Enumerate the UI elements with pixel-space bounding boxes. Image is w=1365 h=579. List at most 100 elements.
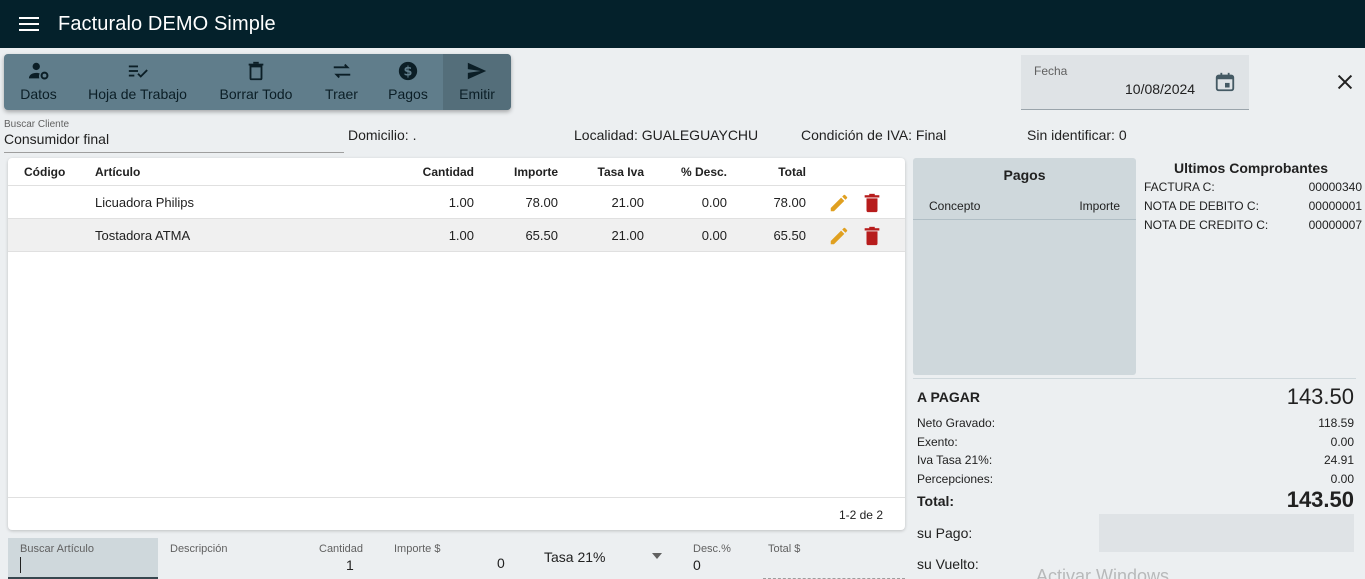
cell-desc: 0.00 (701, 195, 727, 210)
importe-field[interactable]: Importe $ 0 (388, 538, 508, 579)
localidad-text: Localidad: GUALEGUAYCHU (574, 127, 759, 143)
ultimos-comprobantes: Ultimos Comprobantes FACTURA C: 00000340… (1140, 160, 1362, 237)
comprobante-label: FACTURA C: (1144, 180, 1215, 194)
buscar-cliente-input[interactable]: Buscar Cliente Consumidor final (4, 119, 344, 153)
cell-importe: 78.00 (525, 195, 558, 210)
app-bar: Facturalo DEMO Simple (0, 0, 1365, 48)
table-row[interactable]: Tostadora ATMA 1.00 65.50 21.00 0.00 65.… (8, 219, 905, 252)
delete-icon[interactable] (861, 192, 883, 214)
edit-icon[interactable] (828, 225, 850, 247)
user-gear-icon (28, 62, 48, 80)
header-importe[interactable]: Importe (514, 165, 558, 179)
exento-value: 0.00 (1330, 435, 1354, 449)
calendar-icon[interactable] (1214, 71, 1236, 93)
total-value: 143.50 (1286, 487, 1354, 512)
borrar-todo-button[interactable]: Borrar Todo (202, 54, 310, 110)
tasa-value: Tasa 21% (544, 549, 606, 565)
text-cursor (20, 557, 21, 573)
borrar-todo-label: Borrar Todo (219, 86, 293, 102)
domicilio-text: Domicilio: . (348, 127, 417, 143)
buscar-articulo-label: Buscar Artículo (20, 543, 94, 555)
percepciones-value: 0.00 (1330, 472, 1354, 486)
header-cantidad[interactable]: Cantidad (423, 165, 474, 179)
neto-gravado-label: Neto Gravado: (917, 416, 996, 430)
su-pago-label: su Pago: (917, 525, 973, 541)
items-table: Código Artículo Cantidad Importe Tasa Iv… (8, 158, 905, 530)
buscar-articulo-input[interactable]: Buscar Artículo (8, 538, 158, 579)
tasa-select[interactable]: Tasa 21% (538, 538, 668, 579)
datos-label: Datos (20, 86, 57, 102)
edit-icon[interactable] (828, 192, 850, 214)
total-label: Total: (917, 493, 955, 509)
header-desc[interactable]: % Desc. (681, 165, 727, 179)
comprobante-item: NOTA DE CREDITO C: 00000007 (1140, 218, 1362, 237)
cell-desc: 0.00 (701, 228, 727, 243)
header-articulo[interactable]: Artículo (95, 165, 140, 179)
neto-gravado-value: 118.59 (1318, 416, 1354, 430)
emitir-label: Emitir (459, 86, 495, 102)
trash-icon (248, 61, 264, 81)
cantidad-field[interactable]: Cantidad 1 (308, 538, 368, 579)
hoja-de-trabajo-button[interactable]: Hoja de Trabajo (73, 54, 202, 110)
table-footer: 1-2 de 2 (8, 497, 905, 530)
comprobante-value: 00000340 (1308, 180, 1362, 194)
iva-label: Iva Tasa 21%: (917, 453, 993, 467)
cantidad-value: 1 (346, 557, 354, 573)
comprobante-label: NOTA DE DEBITO C: (1144, 199, 1259, 213)
a-pagar-value: 143.50 (1286, 384, 1354, 409)
comprobante-item: FACTURA C: 00000340 (1140, 180, 1362, 199)
comprobante-value: 00000007 (1308, 218, 1362, 232)
pagos-importe-header: Importe (1079, 199, 1120, 213)
delete-icon[interactable] (861, 225, 883, 247)
cell-cantidad: 1.00 (448, 228, 474, 243)
cantidad-label: Cantidad (319, 543, 364, 555)
descripcion-field[interactable]: Descripción (166, 538, 306, 579)
pagos-concepto-header: Concepto (929, 199, 981, 213)
cell-importe: 65.50 (525, 228, 558, 243)
close-icon[interactable] (1334, 71, 1356, 93)
fecha-label: Fecha (1034, 64, 1068, 78)
importe-label: Importe $ (394, 543, 441, 555)
action-toolbar: Datos Hoja de Trabajo Borrar Todo Traer … (4, 54, 511, 110)
pagos-title: Pagos (1003, 167, 1046, 183)
sin-identificar-text: Sin identificar: 0 (1027, 127, 1127, 143)
dollar-icon: $ (398, 61, 418, 81)
table-header: Código Artículo Cantidad Importe Tasa Iv… (8, 158, 905, 186)
a-pagar-label: A PAGAR (917, 389, 980, 405)
fecha-value: 10/08/2024 (1125, 81, 1196, 97)
condicion-iva-text: Condición de IVA: Final (801, 127, 947, 143)
pagos-header: Concepto Importe (913, 198, 1136, 220)
swap-icon (333, 63, 350, 79)
comprobante-value: 00000001 (1308, 199, 1362, 213)
traer-label: Traer (325, 86, 358, 102)
app-title: Facturalo DEMO Simple (58, 12, 276, 35)
svg-text:$: $ (404, 65, 413, 80)
su-vuelto-label: su Vuelto: (917, 556, 979, 572)
pagos-panel: Pagos Concepto Importe (913, 158, 1136, 375)
pagos-button[interactable]: $ Pagos (373, 54, 443, 110)
datos-button[interactable]: Datos (4, 54, 73, 110)
header-total[interactable]: Total (778, 165, 806, 179)
cell-articulo: Tostadora ATMA (95, 228, 191, 243)
send-icon (467, 62, 487, 80)
total-field: Total $ (763, 538, 905, 579)
header-tasa-iva[interactable]: Tasa Iva (598, 165, 644, 179)
header-codigo[interactable]: Código (24, 165, 65, 179)
menu-icon[interactable] (0, 0, 58, 48)
cell-tasa-iva: 21.00 (611, 195, 644, 210)
desc-field[interactable]: Desc.% 0 (688, 538, 758, 579)
su-pago-input[interactable] (1099, 514, 1354, 552)
importe-value: 0 (497, 555, 505, 571)
entry-bar: Buscar Artículo Descripción Cantidad 1 I… (8, 538, 905, 579)
exento-label: Exento: (917, 435, 958, 449)
fecha-field[interactable]: Fecha 10/08/2024 (1021, 55, 1249, 110)
total-entry-label: Total $ (768, 543, 801, 555)
table-row[interactable]: Licuadora Philips 1.00 78.00 21.00 0.00 … (8, 186, 905, 219)
emitir-button[interactable]: Emitir (443, 54, 511, 110)
cell-articulo: Licuadora Philips (95, 195, 195, 210)
iva-value: 24.91 (1323, 453, 1354, 467)
desc-label: Desc.% (693, 543, 731, 555)
traer-button[interactable]: Traer (310, 54, 373, 110)
checklist-icon (128, 65, 148, 78)
cell-cantidad: 1.00 (448, 195, 474, 210)
